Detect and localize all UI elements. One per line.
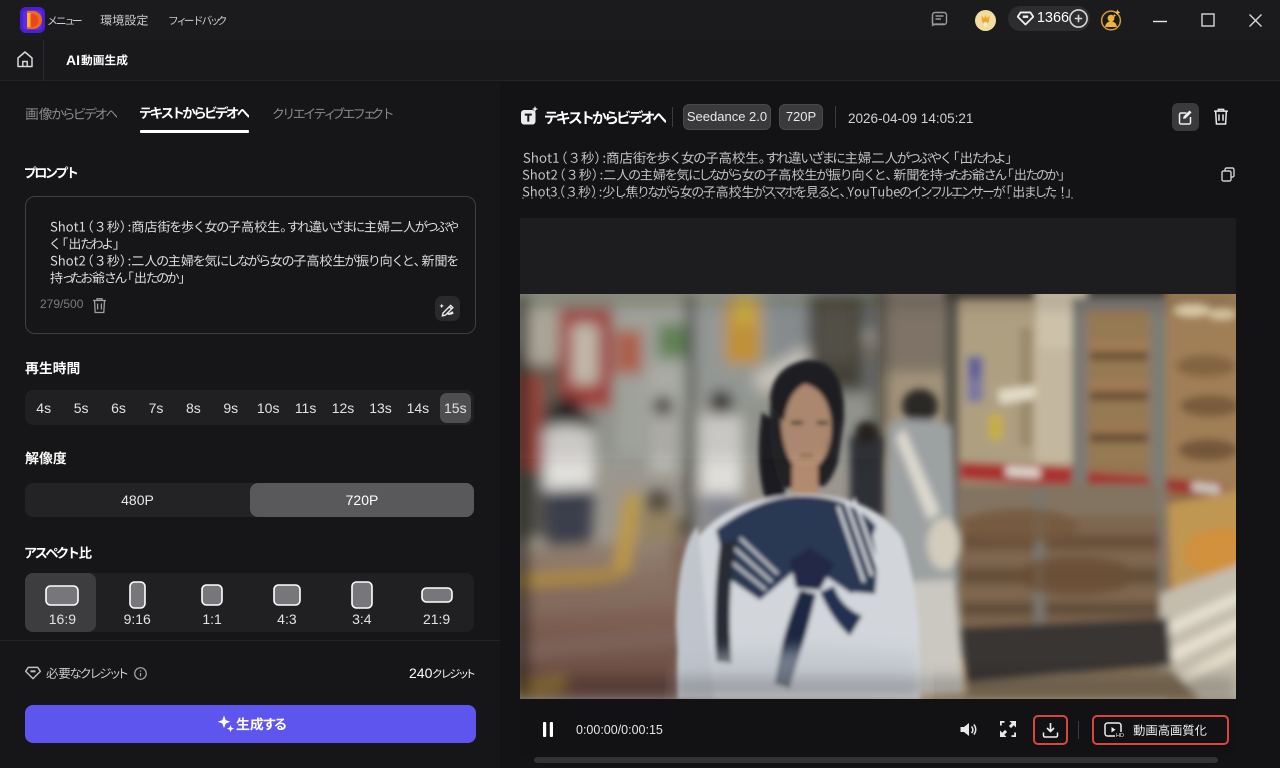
svg-text:HD: HD xyxy=(1116,733,1124,739)
